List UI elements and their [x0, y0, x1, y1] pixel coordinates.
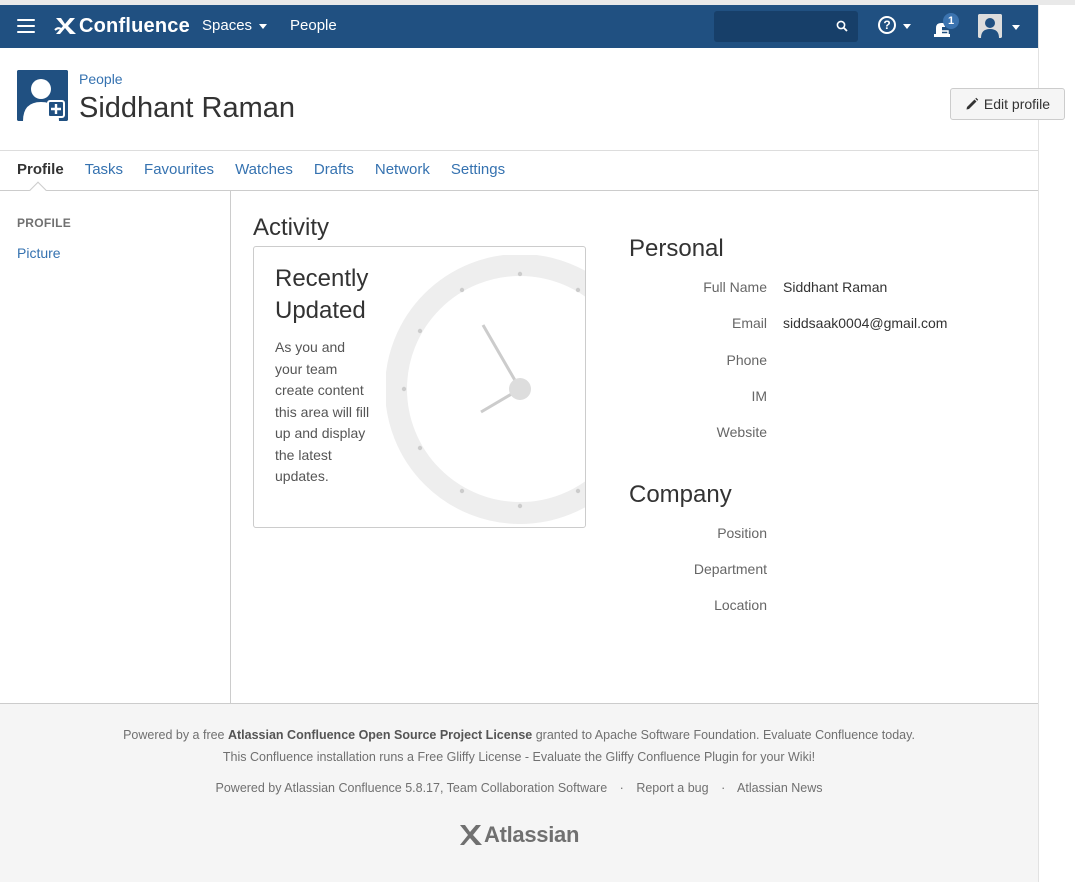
tab-settings[interactable]: Settings: [451, 161, 505, 178]
field-label-full-name: Full Name: [703, 279, 767, 295]
page-footer: Powered by a free Atlassian Confluence O…: [0, 703, 1038, 882]
search-input[interactable]: [714, 11, 834, 42]
divider: [0, 150, 1038, 151]
pencil-icon: [966, 97, 979, 110]
search-icon[interactable]: [836, 20, 848, 32]
chevron-down-icon: [259, 24, 268, 29]
chevron-down-icon: [1012, 24, 1020, 30]
notification-count-badge: 1: [943, 13, 959, 29]
card-heading: Recently Updated: [275, 263, 395, 327]
field-value-email[interactable]: siddsaak0004@gmail.com: [783, 315, 947, 331]
user-icon: [978, 14, 1002, 38]
footer-links: Powered by Atlassian Confluence 5.8.17, …: [0, 781, 1038, 795]
card-heading-line1: Recently: [275, 265, 369, 292]
profile-sidebar: PROFILE Picture: [0, 191, 231, 703]
license-line: Powered by a free Atlassian Confluence O…: [0, 728, 1038, 742]
help-icon: ?: [878, 16, 896, 34]
tab-tasks[interactable]: Tasks: [85, 161, 123, 178]
license-name[interactable]: Atlassian Confluence Open Source Project…: [228, 728, 532, 742]
powered-by-link[interactable]: Powered by Atlassian Confluence 5.8.17, …: [216, 781, 608, 795]
default-avatar-icon: [17, 70, 68, 121]
search-box: [714, 11, 858, 42]
clock-illustration: [386, 255, 585, 524]
field-value-full-name: Siddhant Raman: [783, 279, 888, 295]
field-label-position: Position: [717, 525, 767, 541]
confluence-x-icon: [54, 18, 76, 34]
field-label-email: Email: [731, 315, 767, 331]
help-menu[interactable]: ?: [878, 16, 911, 34]
field-label-department: Department: [693, 561, 767, 577]
recently-updated-card: Recently Updated As you and your team cr…: [253, 246, 586, 528]
profile-avatar[interactable]: [17, 70, 68, 121]
activity-heading: Activity: [253, 214, 330, 241]
app-header: Confluence Spaces People ? 1: [0, 5, 1038, 48]
sidebar-item-picture[interactable]: Picture: [17, 245, 61, 261]
edit-profile-button[interactable]: Edit profile: [950, 88, 1065, 120]
tab-watches[interactable]: Watches: [235, 161, 293, 178]
field-label-phone: Phone: [726, 352, 767, 368]
atlassian-news-link[interactable]: Atlassian News: [737, 781, 822, 795]
tab-favourites[interactable]: Favourites: [144, 161, 214, 178]
hamburger-icon[interactable]: [17, 19, 35, 33]
page-title: Siddhant Raman: [79, 92, 296, 124]
chevron-down-icon: [903, 23, 911, 29]
atlassian-logo-text: Atlassian: [484, 822, 580, 847]
field-label-im: IM: [751, 388, 767, 404]
notifications-button[interactable]: 1: [932, 13, 962, 39]
footer-separator: ·: [619, 781, 624, 795]
user-menu[interactable]: [978, 14, 1020, 38]
field-label-location: Location: [714, 597, 767, 613]
field-label-website: Website: [716, 424, 767, 440]
tab-network[interactable]: Network: [375, 161, 430, 178]
atlassian-x-icon: [460, 825, 482, 845]
atlassian-logo[interactable]: Atlassian: [458, 822, 579, 848]
nav-spaces-label: Spaces: [202, 17, 253, 34]
nav-spaces-dropdown[interactable]: Spaces: [202, 17, 268, 34]
right-gutter: [1038, 5, 1075, 882]
footer-separator: ·: [721, 781, 726, 795]
confluence-logo[interactable]: Confluence: [54, 12, 190, 40]
license-prefix: Powered by a free: [123, 728, 228, 742]
nav-people-link[interactable]: People: [290, 17, 337, 34]
gliffy-line[interactable]: This Confluence installation runs a Free…: [0, 750, 1038, 764]
profile-tabs: Profile Tasks Favourites Watches Drafts …: [17, 161, 526, 178]
company-heading: Company: [629, 481, 732, 508]
sidebar-heading: PROFILE: [17, 216, 72, 230]
edit-profile-label: Edit profile: [983, 96, 1051, 112]
tab-drafts[interactable]: Drafts: [314, 161, 354, 178]
personal-heading: Personal: [629, 235, 724, 262]
card-heading-line2: Updated: [275, 297, 366, 324]
card-description: As you and your team create content this…: [275, 339, 370, 484]
tab-profile[interactable]: Profile: [17, 161, 64, 178]
app-name: Confluence: [79, 14, 190, 37]
breadcrumb-people[interactable]: People: [79, 71, 123, 87]
report-bug-link[interactable]: Report a bug: [636, 781, 708, 795]
license-suffix: granted to Apache Software Foundation. E…: [532, 728, 915, 742]
